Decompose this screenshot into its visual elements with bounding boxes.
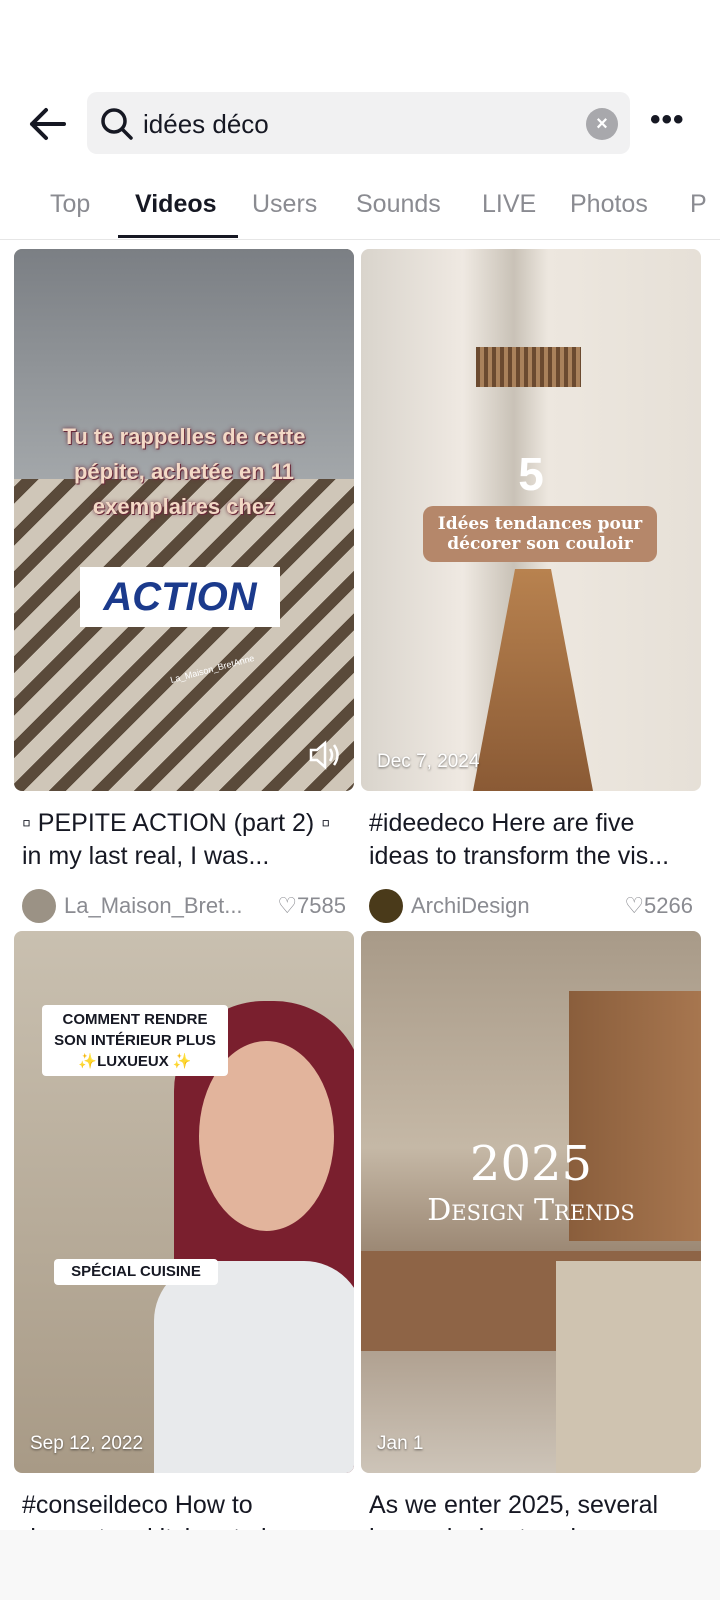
volume-icon[interactable]: [308, 740, 340, 775]
tab-users[interactable]: Users: [252, 190, 317, 219]
search-icon: [99, 106, 135, 147]
overlay-number: 5: [518, 448, 544, 500]
search-input[interactable]: idées déco ×: [87, 92, 630, 154]
video-date: Jan 1: [377, 1433, 424, 1454]
video-card[interactable]: COMMENT RENDRE SON INTÉRIEUR PLUS ✨LUXUE…: [14, 931, 354, 1551]
video-overlay-text-2: Design Trends: [427, 1193, 635, 1228]
avatar[interactable]: [22, 889, 56, 923]
likes-value: 7585: [297, 893, 346, 918]
tab-live[interactable]: LIVE: [482, 190, 536, 219]
video-thumbnail[interactable]: COMMENT RENDRE SON INTÉRIEUR PLUS ✨LUXUE…: [14, 931, 354, 1473]
search-query: idées déco: [143, 109, 269, 139]
bottom-bar: [0, 1530, 720, 1600]
clear-icon[interactable]: ×: [586, 108, 618, 140]
tab-videos[interactable]: Videos: [135, 190, 217, 219]
more-icon[interactable]: •••: [650, 105, 690, 136]
video-date: Sep 12, 2022: [30, 1433, 144, 1454]
active-tab-indicator: [118, 235, 238, 238]
likes-count: ♡7585: [277, 893, 346, 918]
video-thumbnail[interactable]: 5 Idées tendances pour décorer son coulo…: [361, 249, 701, 791]
tab-photos[interactable]: Photos: [570, 190, 648, 219]
video-date: Dec 7, 2024: [377, 751, 480, 772]
video-thumbnail[interactable]: Tu te rappelles de cette pépite, achetée…: [14, 249, 354, 791]
likes-count: ♡5266: [624, 893, 693, 918]
tab-sounds[interactable]: Sounds: [356, 190, 441, 219]
video-overlay-text: COMMENT RENDRE SON INTÉRIEUR PLUS ✨LUXUE…: [42, 1005, 228, 1076]
video-thumbnail[interactable]: 2025 Design Trends Jan 1: [361, 931, 701, 1473]
video-caption[interactable]: #ideedeco Here are five ideas to transfo…: [361, 807, 701, 873]
search-bar-row: idées déco × •••: [0, 92, 720, 154]
video-overlay-text-2: SPÉCIAL CUISINE: [54, 1259, 218, 1285]
username[interactable]: ArchiDesign: [411, 893, 601, 919]
video-card[interactable]: 2025 Design Trends Jan 1 As we enter 202…: [361, 931, 701, 1551]
likes-value: 5266: [644, 893, 693, 918]
arrow-left-icon[interactable]: [26, 104, 70, 144]
video-overlay-text: Tu te rappelles de cette pépite, achetée…: [62, 424, 306, 519]
username[interactable]: La_Maison_Bret...: [64, 893, 254, 919]
tab-more[interactable]: P: [690, 190, 707, 219]
video-overlay-text: 2025: [469, 1136, 593, 1192]
video-overlay-text: Idées tendances pour décorer son couloir: [423, 506, 657, 562]
tab-bar: Top Videos Users Sounds LIVE Photos P: [0, 180, 720, 240]
video-caption[interactable]: ▫ PEPITE ACTION (part 2) ▫ in my last re…: [14, 807, 354, 873]
action-logo: ACTION: [80, 567, 280, 627]
video-card[interactable]: 5 Idées tendances pour décorer son coulo…: [361, 249, 701, 925]
video-card[interactable]: Tu te rappelles de cette pépite, achetée…: [14, 249, 354, 925]
tab-top[interactable]: Top: [50, 190, 90, 219]
watermark: La_Maison_BretAnne: [169, 652, 256, 686]
avatar[interactable]: [369, 889, 403, 923]
